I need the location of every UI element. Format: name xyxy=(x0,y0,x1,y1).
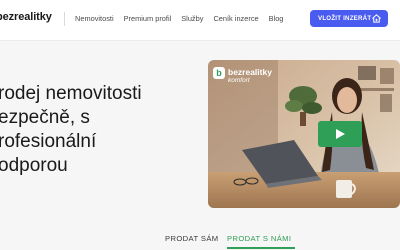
nav-item-cenik-inzerce[interactable]: Ceník inzerce xyxy=(213,14,258,23)
header: bezrealitky Nemovitosti Premium profil S… xyxy=(0,0,400,41)
hero-line: odporou xyxy=(0,155,68,176)
sell-tabs: PRODAT SÁM PRODAT S NÁMI xyxy=(0,226,400,250)
add-listing-button[interactable]: VLOŽIT INZERÁT xyxy=(310,10,388,27)
play-button[interactable] xyxy=(318,121,362,147)
hero-line: ezpečně, s xyxy=(0,107,90,128)
house-plus-icon xyxy=(372,14,381,23)
hero-line: rofesionální xyxy=(0,131,97,152)
nav-item-nemovitosti[interactable]: Nemovitosti xyxy=(75,14,114,23)
main-nav: Nemovitosti Premium profil Služby Ceník … xyxy=(75,14,283,23)
tab-prodat-s-nami[interactable]: PRODAT S NÁMI xyxy=(227,234,291,243)
badge-text: bezrealitky komfort xyxy=(228,67,272,85)
nav-item-premium-profil[interactable]: Premium profil xyxy=(124,14,172,23)
nav-item-blog[interactable]: Blog xyxy=(269,14,284,23)
bezrealitky-logo-icon: b xyxy=(213,67,225,79)
tab-prodat-sam[interactable]: PRODAT SÁM xyxy=(165,234,219,243)
header-divider xyxy=(64,12,65,26)
play-icon xyxy=(336,129,345,139)
logo-text: bezrealitky xyxy=(0,11,52,23)
active-tab-indicator xyxy=(227,247,295,249)
brand-badge: b bezrealitky komfort xyxy=(213,67,272,85)
add-listing-label: VLOŽIT INZERÁT xyxy=(318,15,372,22)
hero-heading: rodej nemovitosti ezpečně, s rofesionáln… xyxy=(0,82,188,178)
badge-brand: bezrealitky xyxy=(228,67,272,77)
logo[interactable]: bezrealitky xyxy=(0,11,52,23)
badge-sub: komfort xyxy=(228,77,250,84)
hero-line: rodej nemovitosti xyxy=(0,83,142,104)
nav-item-sluzby[interactable]: Služby xyxy=(181,14,203,23)
